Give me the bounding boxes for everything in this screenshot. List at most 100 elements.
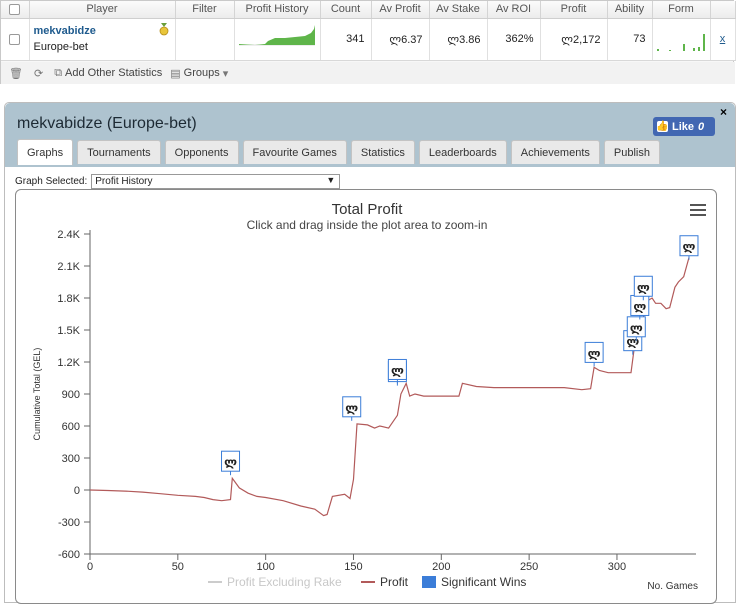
- col-profit[interactable]: Profit: [540, 1, 608, 19]
- x-tick-label: 0: [87, 561, 93, 573]
- tab-statistics[interactable]: Statistics: [350, 140, 415, 164]
- x-tick-label: 50: [172, 561, 184, 573]
- add-stats-label: Add Other Statistics: [65, 67, 163, 79]
- col-count[interactable]: Count: [320, 1, 372, 19]
- av-stake-value: ლ3.86: [429, 18, 488, 61]
- col-form[interactable]: Form: [652, 1, 711, 19]
- legend-significant-wins-label: Significant Wins: [441, 575, 526, 589]
- stats-table-container: Player Filter Profit History Count Av Pr…: [0, 0, 736, 84]
- significant-win-label: ლ: [683, 240, 696, 254]
- select-all-header[interactable]: [1, 1, 30, 19]
- col-av-stake[interactable]: Av Stake: [429, 1, 488, 19]
- facebook-like-button[interactable]: 👍 Like 0: [653, 117, 715, 136]
- chart-menu-button[interactable]: [690, 204, 706, 216]
- trash-button[interactable]: 🗑: [9, 67, 26, 80]
- remove-row-link[interactable]: x: [710, 18, 736, 61]
- graph-selected-label: Graph Selected:: [15, 176, 88, 187]
- significant-win-label: ლ: [224, 455, 237, 469]
- col-profit-history[interactable]: Profit History: [234, 1, 321, 19]
- filter-cell[interactable]: [175, 18, 235, 61]
- form-sparkline: [652, 18, 711, 61]
- like-label: Like: [672, 120, 695, 133]
- y-tick-label: -600: [58, 549, 80, 561]
- close-panel-button[interactable]: ×: [720, 105, 727, 119]
- significant-win-label: ლ: [633, 299, 646, 313]
- chart-title: Total Profit: [332, 201, 404, 218]
- form-chart: [656, 33, 705, 51]
- groups-label: Groups: [183, 67, 220, 79]
- profit-chart[interactable]: Total ProfitClick and drag inside the pl…: [16, 190, 718, 605]
- facebook-icon: 👍: [656, 121, 669, 132]
- tab-favourite-games[interactable]: Favourite Games: [242, 140, 347, 164]
- x-axis-title: No. Games: [647, 581, 698, 592]
- graph-select-value: Profit History: [95, 176, 153, 187]
- table-toolbar: 🗑 ⟳ ⧉ Add Other Statistics ▤ Groups ▾: [1, 62, 735, 84]
- graph-select-dropdown[interactable]: Profit History ▼: [91, 174, 341, 189]
- x-tick-label: 300: [608, 561, 626, 573]
- chevron-down-icon: ▼: [326, 175, 336, 185]
- groups-icon: ▤: [170, 67, 181, 80]
- count-value: 341: [320, 18, 372, 61]
- player-name-link[interactable]: mekvabidze: [34, 25, 169, 37]
- av-profit-value: ლ6.37: [371, 18, 430, 61]
- profit-value: ლ2,172: [540, 18, 608, 61]
- panel-header: mekvabidze (Europe-bet) × 👍 Like 0 Graph…: [5, 103, 735, 167]
- legend-excl-rake-label: Profit Excluding Rake: [227, 575, 342, 589]
- profit-series-line: [89, 257, 690, 517]
- row-checkbox[interactable]: [9, 33, 21, 45]
- trash-icon: 🗑: [9, 67, 23, 80]
- legend-significant-wins-swatch: [422, 576, 436, 588]
- col-remove: [710, 1, 736, 19]
- player-site: Europe-bet: [33, 41, 88, 53]
- ability-value: 73: [607, 18, 653, 61]
- medal-icon: [159, 22, 168, 35]
- groups-dropdown[interactable]: ▤ Groups ▾: [170, 67, 231, 80]
- col-filter[interactable]: Filter: [175, 1, 235, 19]
- tab-tournaments[interactable]: Tournaments: [77, 140, 161, 164]
- sparkline-chart: [238, 24, 315, 45]
- significant-win-label: ლ: [637, 280, 650, 294]
- y-tick-label: 2.1K: [57, 261, 80, 273]
- stats-table: Player Filter Profit History Count Av Pr…: [1, 1, 736, 61]
- y-tick-label: 600: [62, 421, 80, 433]
- table-row: mekvabidze Europe-bet 341 ლ6.37 ლ3.86 36…: [1, 18, 736, 61]
- select-all-checkbox[interactable]: [9, 3, 21, 15]
- tab-graphs[interactable]: Graphs: [17, 139, 74, 165]
- y-tick-label: 900: [62, 389, 80, 401]
- panel-title: mekvabidze (Europe-bet): [17, 115, 197, 132]
- chart-container[interactable]: Total Profit Click and drag inside the pl…: [15, 189, 717, 604]
- significant-win-label: ლ: [588, 346, 601, 360]
- refresh-icon: ⟳: [33, 67, 44, 80]
- significant-win-label: ლ: [345, 401, 358, 415]
- tab-leaderboards[interactable]: Leaderboards: [418, 140, 507, 164]
- col-av-profit[interactable]: Av Profit: [371, 1, 430, 19]
- graph-selector-row: Graph Selected: Profit History ▼: [15, 174, 341, 189]
- refresh-button[interactable]: ⟳: [34, 67, 46, 80]
- tab-opponents[interactable]: Opponents: [164, 140, 239, 164]
- y-tick-label: 1.5K: [57, 325, 80, 337]
- tab-publish[interactable]: Publish: [603, 140, 660, 164]
- av-roi-value: 362%: [487, 18, 541, 61]
- y-tick-label: -300: [58, 517, 80, 529]
- table-header-row: Player Filter Profit History Count Av Pr…: [1, 1, 736, 19]
- row-select-cell: [1, 18, 30, 61]
- y-tick-label: 1.2K: [57, 357, 80, 369]
- legend-profit-label: Profit: [380, 575, 409, 589]
- player-cell: mekvabidze Europe-bet: [29, 18, 176, 61]
- x-tick-label: 200: [432, 561, 450, 573]
- x-tick-label: 250: [520, 561, 538, 573]
- profit-history-sparkline: [234, 18, 321, 61]
- player-panel: mekvabidze (Europe-bet) × 👍 Like 0 Graph…: [4, 102, 736, 604]
- tab-achievements[interactable]: Achievements: [510, 140, 600, 164]
- x-tick-label: 100: [256, 561, 274, 573]
- col-ability[interactable]: Ability: [607, 1, 653, 19]
- col-player[interactable]: Player: [29, 1, 176, 19]
- add-stats-button[interactable]: ⧉ Add Other Statistics: [54, 67, 162, 80]
- panel-tabs: Graphs Tournaments Opponents Favourite G…: [17, 139, 664, 165]
- y-tick-label: 2.4K: [57, 229, 80, 241]
- significant-win-label: ლ: [630, 321, 643, 335]
- y-tick-label: 0: [74, 485, 80, 497]
- significant-win-label: ლ: [391, 363, 404, 377]
- y-axis-title: Cumulative Total (GEL): [32, 348, 42, 441]
- col-av-roi[interactable]: Av ROI: [487, 1, 541, 19]
